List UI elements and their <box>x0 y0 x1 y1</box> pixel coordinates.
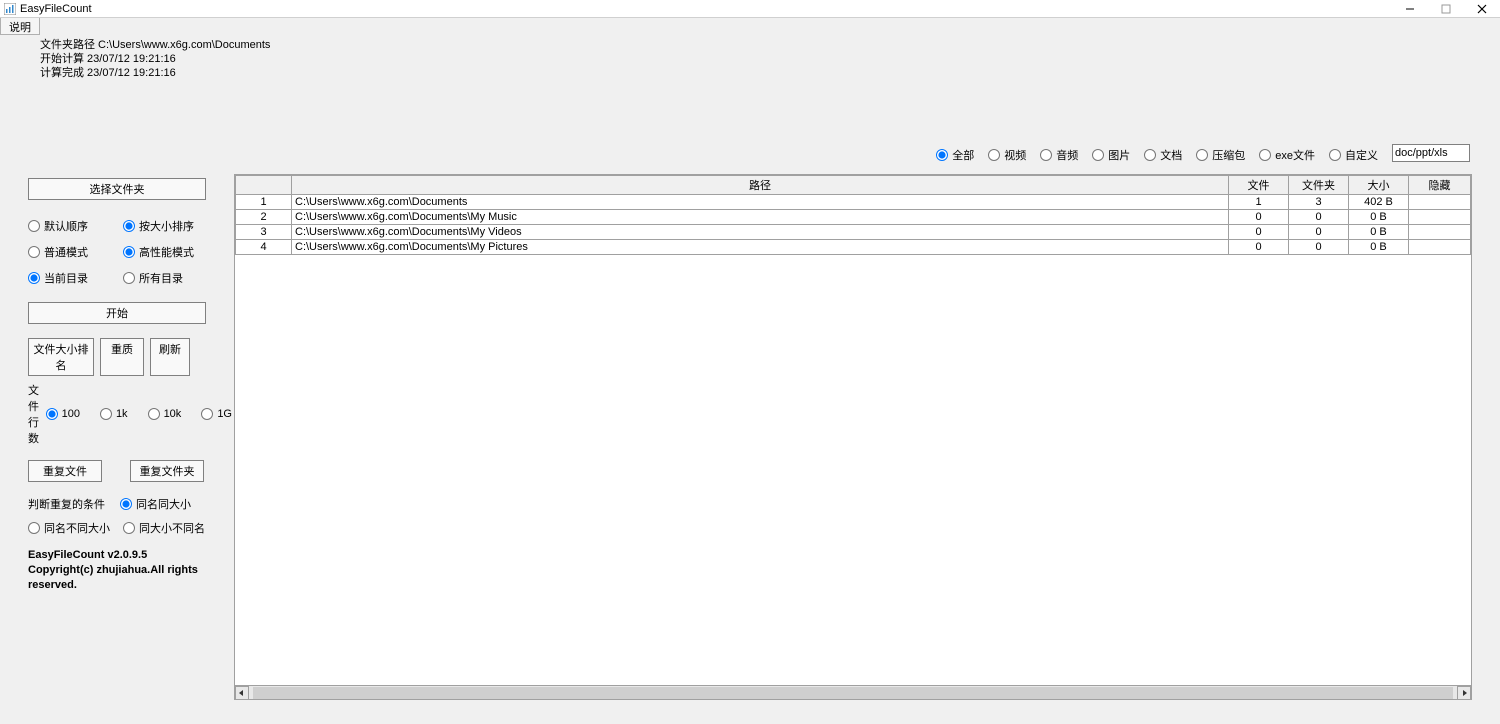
radio-cond-namesize[interactable] <box>120 498 132 510</box>
app-icon <box>4 3 16 15</box>
radio-mode-highperf[interactable] <box>123 246 135 258</box>
radio-sort-bysize[interactable] <box>123 220 135 232</box>
dup-cond-label: 判断重复的条件 <box>28 496 120 512</box>
cell-index: 3 <box>236 225 292 240</box>
filter-row: 全部 视频 音频 图片 文档 压缩包 exe文件 自定义 <box>234 144 1472 166</box>
app-version: EasyFileCount v2.0.9.5 <box>28 548 232 563</box>
cell-size: 0 B <box>1349 240 1409 255</box>
radio-scope-current[interactable] <box>28 272 40 284</box>
table-wrap: 路径 文件 文件夹 大小 隐藏 1C:\Users\www.x6g.com\Do… <box>234 174 1472 700</box>
window-title: EasyFileCount <box>20 3 92 15</box>
rank-button[interactable]: 文件大小排名 <box>28 338 94 376</box>
cell-hidden <box>1409 195 1471 210</box>
radio-cond-namediff[interactable] <box>28 522 40 534</box>
th-hidden[interactable]: 隐藏 <box>1409 176 1471 195</box>
radio-rows-1g[interactable] <box>201 408 213 420</box>
close-button[interactable] <box>1464 0 1500 18</box>
dup-folders-button[interactable]: 重复文件夹 <box>130 460 204 482</box>
preview-button[interactable]: 重质 <box>100 338 144 376</box>
cell-path: C:\Users\www.x6g.com\Documents\My Videos <box>292 225 1229 240</box>
menubar: 说明 <box>0 18 1500 35</box>
file-rows-label: 文件行数 <box>28 382 40 446</box>
table-row[interactable]: 2C:\Users\www.x6g.com\Documents\My Music… <box>236 210 1471 225</box>
filter-video[interactable] <box>988 149 1000 161</box>
radio-sort-default-label: 默认顺序 <box>44 218 88 234</box>
filter-custom-input[interactable] <box>1392 144 1470 162</box>
scroll-right-icon[interactable] <box>1457 686 1471 700</box>
th-index[interactable] <box>236 176 292 195</box>
start-button[interactable]: 开始 <box>28 302 206 324</box>
cell-files: 0 <box>1229 240 1289 255</box>
minimize-button[interactable] <box>1392 0 1428 18</box>
cell-size: 0 B <box>1349 225 1409 240</box>
cell-folders: 0 <box>1289 240 1349 255</box>
radio-mode-normal-label: 普通模式 <box>44 244 88 260</box>
table-header-row: 路径 文件 文件夹 大小 隐藏 <box>236 176 1471 195</box>
cell-folders: 0 <box>1289 225 1349 240</box>
cell-folders: 0 <box>1289 210 1349 225</box>
radio-rows-10k[interactable] <box>148 408 160 420</box>
radio-scope-current-label: 当前目录 <box>44 270 88 286</box>
cell-hidden <box>1409 240 1471 255</box>
cell-index: 4 <box>236 240 292 255</box>
table-row[interactable]: 3C:\Users\www.x6g.com\Documents\My Video… <box>236 225 1471 240</box>
refresh-button[interactable]: 刷新 <box>150 338 190 376</box>
radio-sort-bysize-label: 按大小排序 <box>139 218 194 234</box>
main: 全部 视频 音频 图片 文档 压缩包 exe文件 自定义 <box>232 80 1500 700</box>
app-copyright: Copyright(c) zhujiahua.All rights reserv… <box>28 563 232 593</box>
dup-files-button[interactable]: 重复文件 <box>28 460 102 482</box>
radio-sort-default[interactable] <box>28 220 40 232</box>
radio-scope-all-label: 所有目录 <box>139 270 183 286</box>
scroll-left-icon[interactable] <box>235 686 249 700</box>
cell-path: C:\Users\www.x6g.com\Documents\My Music <box>292 210 1229 225</box>
scroll-track[interactable] <box>249 686 1457 699</box>
th-files[interactable]: 文件 <box>1229 176 1289 195</box>
cell-path: C:\Users\www.x6g.com\Documents <box>292 195 1229 210</box>
info-start: 开始计算 23/07/12 19:21:16 <box>40 52 1500 66</box>
cell-size: 402 B <box>1349 195 1409 210</box>
cell-path: C:\Users\www.x6g.com\Documents\My Pictur… <box>292 240 1229 255</box>
info-block: 文件夹路径 C:\Users\www.x6g.com\Documents 开始计… <box>0 38 1500 80</box>
radio-mode-normal[interactable] <box>28 246 40 258</box>
radio-rows-100[interactable] <box>46 408 58 420</box>
filter-doc[interactable] <box>1144 149 1156 161</box>
filter-exe[interactable] <box>1259 149 1271 161</box>
radio-mode-highperf-label: 高性能模式 <box>139 244 194 260</box>
maximize-button[interactable] <box>1428 0 1464 18</box>
th-folders[interactable]: 文件夹 <box>1289 176 1349 195</box>
choose-folder-button[interactable]: 选择文件夹 <box>28 178 206 200</box>
titlebar: EasyFileCount <box>0 0 1500 18</box>
h-scrollbar[interactable] <box>235 685 1471 699</box>
filter-custom[interactable] <box>1329 149 1341 161</box>
window-controls <box>1392 0 1500 18</box>
app-version-block: EasyFileCount v2.0.9.5 Copyright(c) zhuj… <box>28 548 232 593</box>
scroll-thumb[interactable] <box>253 687 1453 699</box>
table-row[interactable]: 1C:\Users\www.x6g.com\Documents13402 B <box>236 195 1471 210</box>
sidebar: 选择文件夹 默认顺序 按大小排序 普通模式 高性能模式 当前目录 所有目录 开始… <box>0 80 232 700</box>
filter-audio[interactable] <box>1040 149 1052 161</box>
filter-image[interactable] <box>1092 149 1104 161</box>
cell-files: 1 <box>1229 195 1289 210</box>
cell-files: 0 <box>1229 210 1289 225</box>
filter-all[interactable] <box>936 149 948 161</box>
cell-hidden <box>1409 210 1471 225</box>
radio-rows-1k[interactable] <box>100 408 112 420</box>
cell-index: 2 <box>236 210 292 225</box>
results-table: 路径 文件 文件夹 大小 隐藏 1C:\Users\www.x6g.com\Do… <box>235 175 1471 255</box>
menu-explain[interactable]: 说明 <box>0 18 40 35</box>
th-path[interactable]: 路径 <box>292 176 1229 195</box>
cell-files: 0 <box>1229 225 1289 240</box>
cell-size: 0 B <box>1349 210 1409 225</box>
th-size[interactable]: 大小 <box>1349 176 1409 195</box>
table-row[interactable]: 4C:\Users\www.x6g.com\Documents\My Pictu… <box>236 240 1471 255</box>
cell-folders: 3 <box>1289 195 1349 210</box>
info-path: 文件夹路径 C:\Users\www.x6g.com\Documents <box>40 38 1500 52</box>
filter-archive[interactable] <box>1196 149 1208 161</box>
cell-index: 1 <box>236 195 292 210</box>
info-done: 计算完成 23/07/12 19:21:16 <box>40 66 1500 80</box>
cell-hidden <box>1409 225 1471 240</box>
radio-cond-sizediff[interactable] <box>123 522 135 534</box>
radio-scope-all[interactable] <box>123 272 135 284</box>
